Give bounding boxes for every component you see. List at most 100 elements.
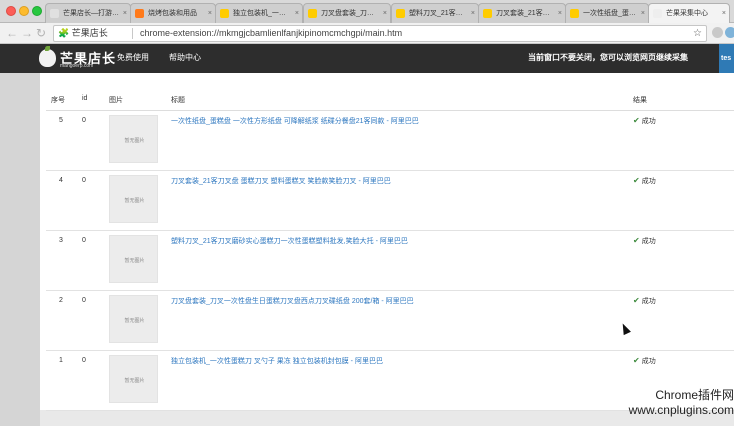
back-arrow-icon[interactable]: ← bbox=[6, 26, 18, 40]
product-thumbnail: 暂无图片 bbox=[109, 355, 158, 403]
result-status: ✔ 成功 bbox=[633, 296, 656, 306]
tab-label: 一次性纸盘_蛋… bbox=[583, 10, 636, 17]
tab-close-icon[interactable]: × bbox=[123, 4, 127, 23]
extension-chip: 🧩 芒果店长 bbox=[58, 28, 108, 38]
product-thumbnail: 暂无图片 bbox=[109, 175, 158, 223]
check-icon: ✔ bbox=[633, 356, 640, 365]
browser-tab[interactable]: 烧烤包装和用品 × bbox=[130, 3, 216, 23]
tab-close-icon[interactable]: × bbox=[641, 4, 645, 23]
watermark: Chrome插件网 www.cnplugins.com bbox=[610, 388, 734, 418]
tab-favicon-icon bbox=[396, 9, 405, 18]
check-icon: ✔ bbox=[633, 296, 640, 305]
reload-icon[interactable]: ↻ bbox=[36, 26, 46, 40]
browser-tab-strip: 芒果店长—打游… × 烧烤包装和用品 × 独立包装机_一… × 刀叉盘套装_刀… × 塑料刀叉_… bbox=[0, 0, 734, 23]
row-id: 0 bbox=[82, 117, 86, 124]
logo-subtitle: mangoerp.com bbox=[60, 63, 94, 69]
column-header-image: 图片 bbox=[109, 97, 123, 104]
table-row: 5 0 暂无图片 一次性纸盘_蛋糕盘 一次性方形纸盘 可降解纸浆 纸碟分餐盘21客同款… bbox=[46, 111, 734, 171]
browser-tab[interactable]: 刀叉套装_21客… × bbox=[478, 3, 566, 23]
table-row: 3 0 暂无图片 塑料刀叉_21客刀叉磨砂实心蛋糕刀一次性蛋糕塑料批发,笑脸大托 - … bbox=[46, 231, 734, 291]
mango-logo-icon bbox=[39, 46, 56, 67]
browser-tab[interactable]: 刀叉盘套装_刀… × bbox=[303, 3, 391, 23]
tab-favicon-icon bbox=[653, 9, 662, 18]
row-index: 4 bbox=[59, 177, 63, 184]
star-icon[interactable]: ☆ bbox=[693, 26, 702, 41]
close-window-button[interactable] bbox=[6, 6, 16, 16]
row-id: 0 bbox=[82, 357, 86, 364]
row-id: 0 bbox=[82, 177, 86, 184]
tab-favicon-icon bbox=[570, 9, 579, 18]
tab-favicon-icon bbox=[483, 9, 492, 18]
header-notice: 当前窗口不要关闭，您可以浏览网页继续采集 bbox=[528, 53, 688, 62]
thumbnail-placeholder: 暂无图片 bbox=[124, 378, 145, 384]
row-index: 1 bbox=[59, 357, 63, 364]
result-status: ✔ 成功 bbox=[633, 116, 656, 126]
column-header-index: 序号 bbox=[51, 97, 65, 104]
thumbnail-placeholder: 暂无图片 bbox=[124, 258, 145, 264]
nav-help-center[interactable]: 帮助中心 bbox=[169, 52, 201, 63]
tab-close-icon[interactable]: × bbox=[471, 4, 475, 23]
tab-close-icon[interactable]: × bbox=[722, 4, 726, 23]
browser-tab[interactable]: 芒果店长—打游… × bbox=[45, 3, 131, 23]
zoom-window-button[interactable] bbox=[32, 6, 42, 16]
tab-label: 烧烤包装和用品 bbox=[148, 10, 197, 17]
product-title-link[interactable]: 一次性纸盘_蛋糕盘 一次性方形纸盘 可降解纸浆 纸碟分餐盘21客同款 - 阿里巴… bbox=[171, 116, 419, 126]
check-icon: ✔ bbox=[633, 176, 640, 185]
product-title-link[interactable]: 刀叉盘套装_刀叉一次性盘生日蛋糕刀叉盘西点刀叉碟纸盘 200套/箱 - 阿里巴巴 bbox=[171, 296, 414, 306]
tab-label: 独立包装机_一… bbox=[233, 10, 286, 17]
row-id: 0 bbox=[82, 297, 86, 304]
tab-close-icon[interactable]: × bbox=[208, 4, 212, 23]
check-icon: ✔ bbox=[633, 116, 640, 125]
result-status: ✔ 成功 bbox=[633, 176, 656, 186]
product-thumbnail: 暂无图片 bbox=[109, 295, 158, 343]
result-label: 成功 bbox=[641, 238, 656, 245]
column-header-id: id bbox=[82, 95, 88, 102]
browser-tab[interactable]: 一次性纸盘_蛋… × bbox=[565, 3, 649, 23]
user-menu[interactable]: tes bbox=[719, 44, 734, 73]
table-row: 2 0 暂无图片 刀叉盘套装_刀叉一次性盘生日蛋糕刀叉盘西点刀叉碟纸盘 200套/箱 … bbox=[46, 291, 734, 351]
browser-tab[interactable]: 独立包装机_一… × bbox=[215, 3, 303, 23]
browser-tab[interactable]: 塑料刀叉_21客… × bbox=[391, 3, 479, 23]
tab-label: 刀叉套装_21客… bbox=[496, 10, 550, 17]
thumbnail-placeholder: 暂无图片 bbox=[124, 198, 145, 204]
forward-arrow-icon[interactable]: → bbox=[21, 26, 33, 40]
tab-favicon-icon bbox=[135, 9, 144, 18]
app-header: 芒果店长 mangoerp.com 免费使用 帮助中心 当前窗口不要关闭，您可以… bbox=[0, 44, 734, 73]
browser-toolbar: ← → ↻ 🧩 芒果店长 chrome-extension://mkmgjcba… bbox=[0, 23, 734, 44]
product-title-link[interactable]: 塑料刀叉_21客刀叉磨砂实心蛋糕刀一次性蛋糕塑料批发,笑脸大托 - 阿里巴巴 bbox=[171, 236, 408, 246]
result-label: 成功 bbox=[641, 118, 656, 125]
address-separator bbox=[132, 28, 133, 39]
url-text[interactable]: chrome-extension://mkmgjcbamlienlfanjkip… bbox=[140, 26, 402, 41]
check-icon: ✔ bbox=[633, 236, 640, 245]
nav-free-use[interactable]: 免费使用 bbox=[117, 52, 149, 63]
result-status: ✔ 成功 bbox=[633, 356, 656, 366]
address-bar[interactable]: 🧩 芒果店长 chrome-extension://mkmgjcbamlienl… bbox=[53, 25, 707, 42]
tab-favicon-icon bbox=[220, 9, 229, 18]
column-header-result: 结果 bbox=[633, 97, 647, 104]
profile-icon[interactable] bbox=[725, 27, 734, 38]
tab-close-icon[interactable]: × bbox=[295, 4, 299, 23]
result-label: 成功 bbox=[641, 358, 656, 365]
left-margin bbox=[0, 73, 40, 426]
tab-label: 刀叉盘套装_刀… bbox=[321, 10, 374, 17]
tab-close-icon[interactable]: × bbox=[558, 4, 562, 23]
product-title-link[interactable]: 刀叉套装_21客刀叉盘 蛋糕刀叉 塑料蛋糕叉 笑脸款笑脸刀叉 - 阿里巴巴 bbox=[171, 176, 391, 186]
row-index: 5 bbox=[59, 117, 63, 124]
result-label: 成功 bbox=[641, 298, 656, 305]
watermark-line2: www.cnplugins.com bbox=[628, 403, 734, 417]
table-row: 4 0 暂无图片 刀叉套装_21客刀叉盘 蛋糕刀叉 塑料蛋糕叉 笑脸款笑脸刀叉 - 阿… bbox=[46, 171, 734, 231]
tab-favicon-icon bbox=[50, 9, 59, 18]
product-title-link[interactable]: 独立包装机_一次性蛋糕刀 叉勺子 果冻 独立包装机封包膜 - 阿里巴巴 bbox=[171, 356, 383, 366]
column-header-title: 标题 bbox=[171, 97, 185, 104]
result-label: 成功 bbox=[641, 178, 656, 185]
browser-tab[interactable]: 芒果采集中心 × bbox=[648, 3, 730, 23]
tab-label: 塑料刀叉_21客… bbox=[409, 10, 463, 17]
row-index: 3 bbox=[59, 237, 63, 244]
thumbnail-placeholder: 暂无图片 bbox=[124, 318, 145, 324]
tab-label: 芒果采集中心 bbox=[666, 10, 708, 17]
watermark-line1: Chrome插件网 bbox=[655, 388, 734, 402]
tab-close-icon[interactable]: × bbox=[383, 4, 387, 23]
minimize-window-button[interactable] bbox=[19, 6, 29, 16]
product-thumbnail: 暂无图片 bbox=[109, 235, 158, 283]
extension-icon[interactable] bbox=[712, 27, 723, 38]
